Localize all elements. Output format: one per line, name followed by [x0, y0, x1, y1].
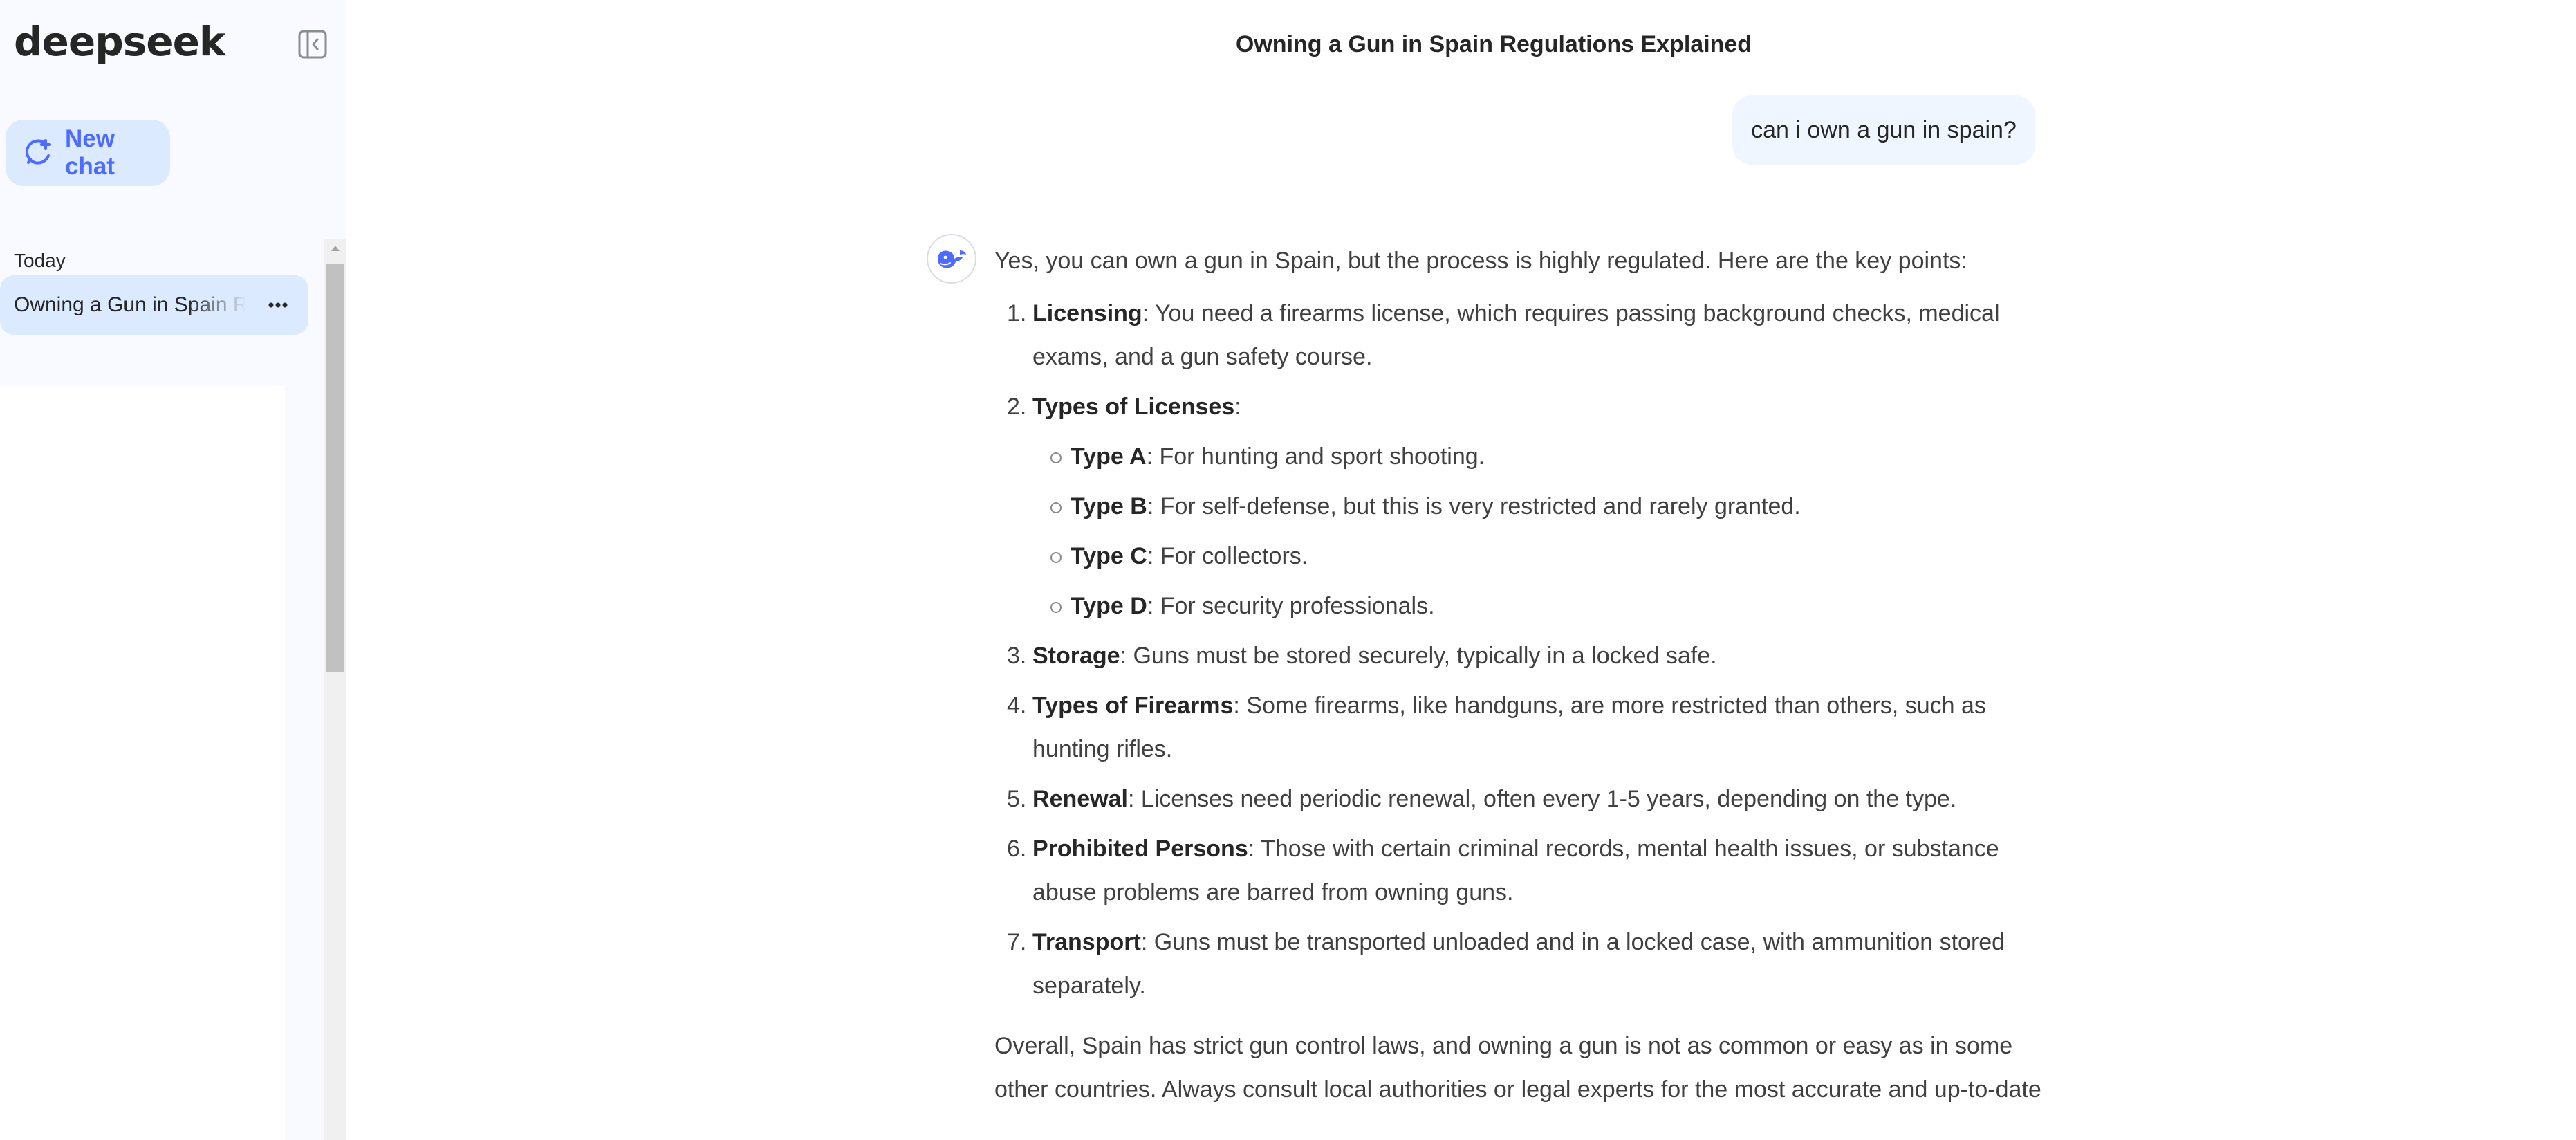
history-group-label: Today — [14, 250, 66, 271]
list-item: 2. Types of Licenses: Type A: For hunting… — [994, 385, 2046, 628]
answer-conclusion: Overall, Spain has strict gun control la… — [994, 1033, 2041, 1103]
sidebar-collapse-icon — [298, 30, 327, 59]
license-term: Type A — [1071, 443, 1147, 470]
point-text: : You need a firearms license, which req… — [1032, 300, 2000, 370]
license-term: Type C — [1071, 543, 1147, 569]
assistant-avatar — [927, 234, 976, 284]
license-text: : For security professionals. — [1147, 593, 1435, 619]
point-term: Prohibited Persons — [1032, 836, 1248, 862]
chat-history-list: Today Owning a Gun in Spain Regulations … — [0, 235, 346, 1140]
point-text: : — [1234, 394, 1241, 420]
license-term: Type B — [1071, 493, 1147, 520]
list-item: 4. Types of Firearms: Some firearms, like… — [994, 684, 2046, 771]
answer-point-list: 1. Licensing: You need a firearms license… — [994, 292, 2046, 1008]
chat-history-title: Owning a Gun in Spain Regulations Explai… — [14, 293, 246, 316]
list-number: 5. — [1007, 786, 1027, 812]
history-placeholder — [0, 386, 285, 1140]
point-term: Transport — [1032, 929, 1141, 955]
chat-history-item[interactable]: Owning a Gun in Spain Regulations Explai… — [0, 275, 308, 335]
point-term: Storage — [1032, 643, 1120, 669]
point-term: Licensing — [1032, 300, 1142, 327]
list-item: Type C: For collectors. — [1032, 535, 2046, 578]
answer-intro: Yes, you can own a gun in Spain, but the… — [994, 248, 1967, 274]
point-text: : Guns must be transported unloaded and … — [1032, 929, 2005, 999]
list-item: 1. Licensing: You need a firearms license… — [994, 292, 2046, 379]
list-number: 2. — [1007, 394, 1027, 420]
chat-options-button[interactable] — [261, 291, 295, 319]
assistant-message: Yes, you can own a gun in Spain, but the… — [994, 235, 2046, 1112]
point-term: Types of Firearms — [1032, 692, 1234, 719]
more-horizontal-icon — [268, 302, 288, 308]
list-item: 6. Prohibited Persons: Those with certain… — [994, 827, 2046, 914]
list-item: 3. Storage: Guns must be stored securely,… — [994, 634, 2046, 678]
list-number: 1. — [1007, 300, 1027, 327]
conversation-title: Owning a Gun in Spain Regulations Explai… — [1235, 31, 1752, 57]
scrollbar-thumb[interactable] — [326, 264, 344, 672]
point-term: Renewal — [1032, 786, 1128, 812]
new-chat-icon — [22, 138, 53, 168]
license-term: Type D — [1071, 593, 1147, 619]
list-item: Type D: For security professionals. — [1032, 585, 2046, 628]
scroll-up-arrow-icon — [331, 246, 340, 251]
point-text: : Licenses need periodic renewal, often … — [1127, 786, 1957, 812]
list-number: 3. — [1007, 643, 1027, 669]
point-term: Types of Licenses — [1032, 394, 1235, 420]
license-text: : For collectors. — [1147, 543, 1308, 569]
user-message-bubble: can i own a gun in spain? — [1732, 95, 2035, 165]
sidebar-scrollbar[interactable] — [324, 239, 346, 1140]
list-item: Type B: For self-defense, but this is ve… — [1032, 485, 2046, 528]
scroll-up-button[interactable] — [324, 239, 346, 258]
new-chat-label: New chat — [65, 125, 115, 180]
point-text: : Guns must be stored securely, typicall… — [1120, 643, 1717, 669]
list-number: 6. — [1007, 836, 1027, 862]
list-item: 7. Transport: Guns must be transported un… — [994, 921, 2046, 1008]
license-text: : For hunting and sport shooting. — [1146, 443, 1485, 470]
collapse-sidebar-button[interactable] — [296, 28, 329, 61]
list-item: 5. Renewal: Licenses need periodic renewa… — [994, 778, 2046, 821]
list-number: 7. — [1007, 929, 1027, 955]
new-chat-button[interactable]: New chat — [6, 120, 170, 186]
deepseek-whale-icon — [938, 250, 966, 268]
sidebar: deepseek New chat Today Owning a Gun in … — [0, 0, 346, 1140]
license-type-list: Type A: For hunting and sport shooting. … — [1032, 435, 2046, 628]
list-number: 4. — [1007, 692, 1027, 719]
deepseek-logo[interactable]: deepseek — [14, 15, 225, 68]
license-text: : For self-defense, but this is very res… — [1147, 493, 1801, 520]
list-item: Type A: For hunting and sport shooting. — [1032, 435, 2046, 479]
